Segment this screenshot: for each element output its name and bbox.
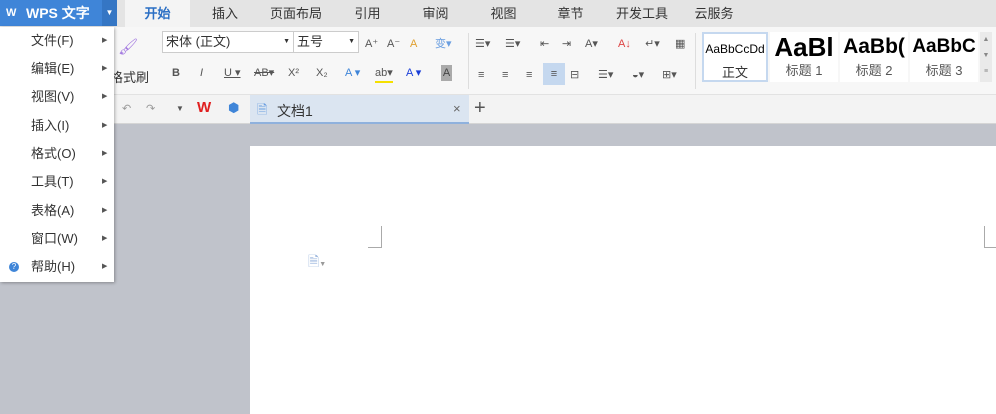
menu-item-format[interactable]: 格式(O) ▶: [0, 140, 114, 168]
document-tab-bar: ↶ ↷ ▼ W ⬢ 🗎 文档1 × +: [0, 95, 996, 124]
change-case-icon[interactable]: A▾: [585, 36, 598, 52]
chevron-right-icon: ▶: [102, 122, 108, 129]
numbering-icon[interactable]: ☰▾: [505, 36, 520, 52]
align-right-icon[interactable]: ≡: [526, 67, 532, 83]
align-left-icon[interactable]: ≡: [478, 67, 484, 83]
font-name-value: 宋体 (正文): [166, 34, 231, 49]
clear-format-icon[interactable]: A: [410, 36, 417, 52]
style-heading-3[interactable]: AaBbC 标题 3: [910, 32, 978, 82]
document-icon: 🗎: [257, 102, 268, 117]
format-painter-icon[interactable]: 🖌: [118, 37, 138, 57]
tab-chapter[interactable]: 章节: [543, 0, 598, 27]
borders-icon[interactable]: ⊞▾: [662, 67, 677, 83]
wps-menu-button[interactable]: W WPS 文字 ▼: [0, 0, 117, 26]
tab-insert[interactable]: 插入: [195, 0, 255, 27]
ribbon: 🖌 格式刷 宋体 (正文) ▼ 五号 ▼ A⁺ A⁻ A 变▾ B I U ▾ AB…: [0, 27, 996, 95]
underline-icon[interactable]: U ▾: [224, 65, 241, 81]
format-painter-label[interactable]: 格式刷: [110, 67, 149, 86]
increase-indent-icon[interactable]: ⇥: [562, 36, 571, 52]
shading-icon[interactable]: ◒▾: [632, 67, 644, 83]
line-spacing-icon[interactable]: ☰▾: [598, 67, 613, 83]
wps-home-icon[interactable]: W: [197, 100, 211, 116]
paste-options-icon[interactable]: 🗎▼: [308, 251, 326, 275]
menu-item-insert[interactable]: 插入(I) ▶: [0, 112, 114, 140]
menu-item-view[interactable]: 视图(V) ▶: [0, 83, 114, 111]
document-page[interactable]: 🗎▼: [250, 146, 996, 414]
font-size-select[interactable]: 五号 ▼: [293, 31, 359, 53]
tab-review[interactable]: 审阅: [408, 0, 463, 27]
ribbon-tab-bar: 开始 插入 页面布局 引用 审阅 视图 章节 开发工具 云服务: [0, 0, 996, 27]
show-marks-icon[interactable]: ↵▾: [645, 36, 660, 52]
char-shading-icon[interactable]: A: [441, 65, 452, 81]
app-title: WPS 文字: [26, 5, 90, 21]
table-icon[interactable]: ▦: [675, 36, 685, 52]
style-heading-2[interactable]: AaBb(标题 2: [840, 32, 908, 82]
chevron-right-icon: ▶: [102, 37, 108, 44]
chevron-right-icon: ▶: [102, 207, 108, 214]
wps-logo-icon: W: [6, 7, 17, 19]
sort-icon[interactable]: A↓: [618, 36, 631, 52]
chevron-right-icon: ▶: [102, 263, 108, 270]
undo-icon[interactable]: ↶: [122, 101, 131, 117]
bullets-icon[interactable]: ☰▾: [475, 36, 490, 52]
text-effect-icon[interactable]: A ▾: [345, 65, 360, 81]
chevron-right-icon: ▶: [102, 178, 108, 185]
chevron-right-icon: ▶: [102, 235, 108, 242]
chevron-right-icon: ▶: [102, 93, 108, 100]
tab-page-layout[interactable]: 页面布局: [260, 0, 332, 27]
align-center-icon[interactable]: ≡: [502, 67, 508, 83]
chevron-down-icon[interactable]: ▼: [102, 0, 117, 26]
highlight-icon[interactable]: ab▾: [375, 65, 393, 83]
font-size-value: 五号: [297, 34, 324, 49]
margin-marker: [368, 226, 382, 248]
bold-icon[interactable]: B: [172, 65, 180, 81]
subscript-icon[interactable]: X₂: [316, 65, 328, 81]
help-icon: ?: [9, 262, 19, 272]
margin-marker: [984, 226, 996, 248]
redo-icon[interactable]: ↷: [146, 101, 155, 117]
menu-item-window[interactable]: 窗口(W) ▶: [0, 225, 114, 253]
chevron-right-icon: ▶: [102, 150, 108, 157]
quick-access-dropdown-icon[interactable]: ▼: [176, 101, 184, 117]
distribute-icon[interactable]: ⊟: [570, 67, 579, 83]
menu-item-tools[interactable]: 工具(T) ▶: [0, 168, 114, 196]
document-tab-label: 文档1: [277, 103, 313, 119]
shrink-font-icon[interactable]: A⁻: [387, 36, 400, 52]
decrease-indent-icon[interactable]: ⇤: [540, 36, 549, 52]
italic-icon[interactable]: I: [200, 65, 203, 81]
strikethrough-icon[interactable]: AB▾: [254, 65, 274, 81]
tab-references[interactable]: 引用: [340, 0, 395, 27]
font-name-select[interactable]: 宋体 (正文) ▼: [162, 31, 294, 53]
menu-item-edit[interactable]: 编辑(E) ▶: [0, 55, 114, 83]
tab-developer[interactable]: 开发工具: [608, 0, 676, 27]
tab-home[interactable]: 开始: [125, 0, 190, 27]
menu-item-table[interactable]: 表格(A) ▶: [0, 197, 114, 225]
style-heading-1[interactable]: AaBl 标题 1: [770, 32, 838, 82]
style-normal[interactable]: AaBbCcDd 正文: [702, 32, 768, 82]
styles-scrollbar[interactable]: ▲ ▼ ≡: [980, 32, 992, 82]
menu-item-help[interactable]: ? 帮助(H) ▶: [0, 253, 114, 281]
font-color-icon[interactable]: A ▾: [406, 65, 421, 81]
grow-font-icon[interactable]: A⁺: [365, 36, 378, 52]
chevron-right-icon: ▶: [102, 65, 108, 72]
close-icon[interactable]: ×: [453, 101, 461, 116]
phonetic-icon[interactable]: 变▾: [435, 36, 452, 52]
document-tab[interactable]: 🗎 文档1 ×: [250, 95, 469, 124]
justify-icon[interactable]: ≡: [543, 63, 565, 85]
superscript-icon[interactable]: X²: [288, 65, 299, 81]
cube-icon[interactable]: ⬢: [228, 100, 239, 116]
wps-dropdown-menu: 文件(F) ▶ 编辑(E) ▶ 视图(V) ▶ 插入(I) ▶ 格式(O) ▶ 工具(T)…: [0, 27, 114, 282]
tab-view[interactable]: 视图: [476, 0, 531, 27]
new-tab-button[interactable]: +: [474, 97, 486, 120]
menu-item-file[interactable]: 文件(F) ▶: [0, 27, 114, 55]
tab-cloud[interactable]: 云服务: [685, 0, 743, 27]
